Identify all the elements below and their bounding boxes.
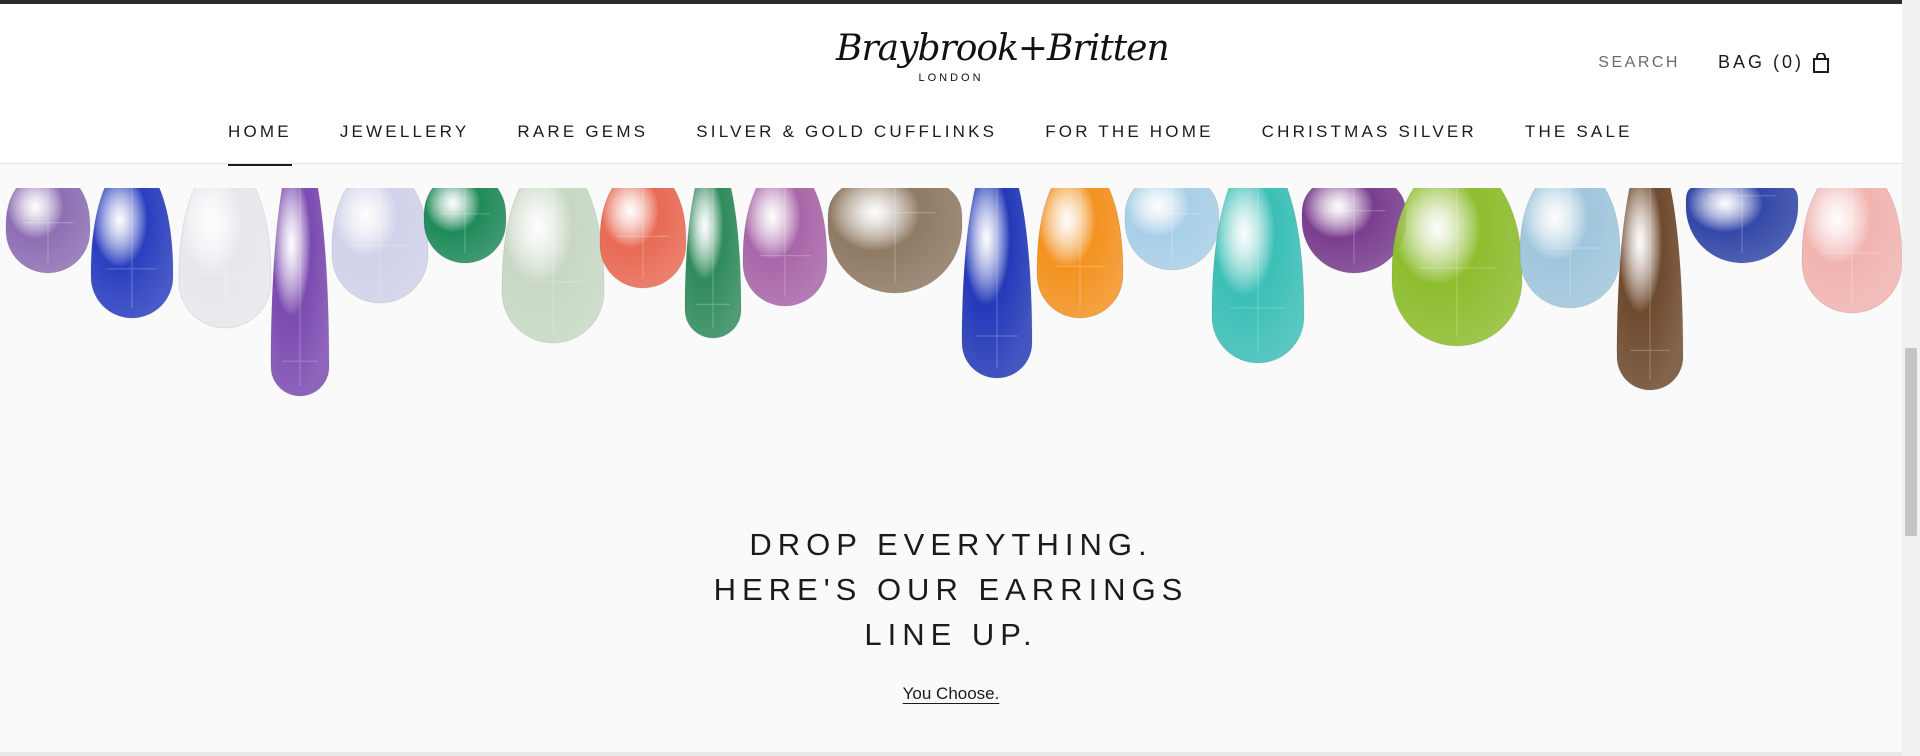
you-choose-link[interactable]: You Choose. xyxy=(903,684,1000,703)
nav-item-christmas-silver[interactable]: CHRISTMAS SILVER xyxy=(1262,120,1477,166)
cta-wrapper: You Choose. xyxy=(0,684,1902,704)
hero-headline: DROP EVERYTHING. HERE'S OUR EARRINGS LIN… xyxy=(0,522,1902,657)
main-navigation: HOME JEWELLERY RARE GEMS SILVER & GOLD C… xyxy=(228,120,1633,166)
headline-line-2: HERE'S OUR EARRINGS xyxy=(713,572,1189,607)
nav-item-the-sale[interactable]: THE SALE xyxy=(1525,120,1633,166)
nav-item-home[interactable]: HOME xyxy=(228,120,292,166)
logo-location: LONDON xyxy=(918,72,984,84)
hero-gemstones-image xyxy=(0,188,1902,428)
section-divider xyxy=(0,752,1902,756)
bag-link[interactable]: BAG (0) xyxy=(1717,51,1830,73)
page-scrollbar[interactable] xyxy=(1902,0,1920,756)
bag-label: BAG (0) xyxy=(1717,52,1804,72)
scrollbar-thumb[interactable] xyxy=(1905,348,1917,536)
brand-logo[interactable]: Braybrook+Britten LONDON xyxy=(836,28,1170,94)
headline-line-3: LINE UP. xyxy=(864,617,1038,652)
logo-wordmark: Braybrook+Britten xyxy=(836,28,1170,69)
search-link[interactable]: SEARCH xyxy=(1598,54,1680,72)
nav-item-for-the-home[interactable]: FOR THE HOME xyxy=(1045,120,1213,166)
gemstones-illustration xyxy=(5,188,1902,397)
site-header: Braybrook+Britten LONDON SEARCH BAG (0) … xyxy=(0,4,1902,166)
nav-item-rare-gems[interactable]: RARE GEMS xyxy=(517,120,648,166)
headline-line-1: DROP EVERYTHING. xyxy=(749,527,1153,562)
nav-item-cufflinks[interactable]: SILVER & GOLD CUFFLINKS xyxy=(696,120,997,166)
nav-item-jewellery[interactable]: JEWELLERY xyxy=(340,120,470,166)
shopping-bag-icon xyxy=(1812,51,1830,73)
header-actions: SEARCH BAG (0) xyxy=(1598,51,1830,73)
